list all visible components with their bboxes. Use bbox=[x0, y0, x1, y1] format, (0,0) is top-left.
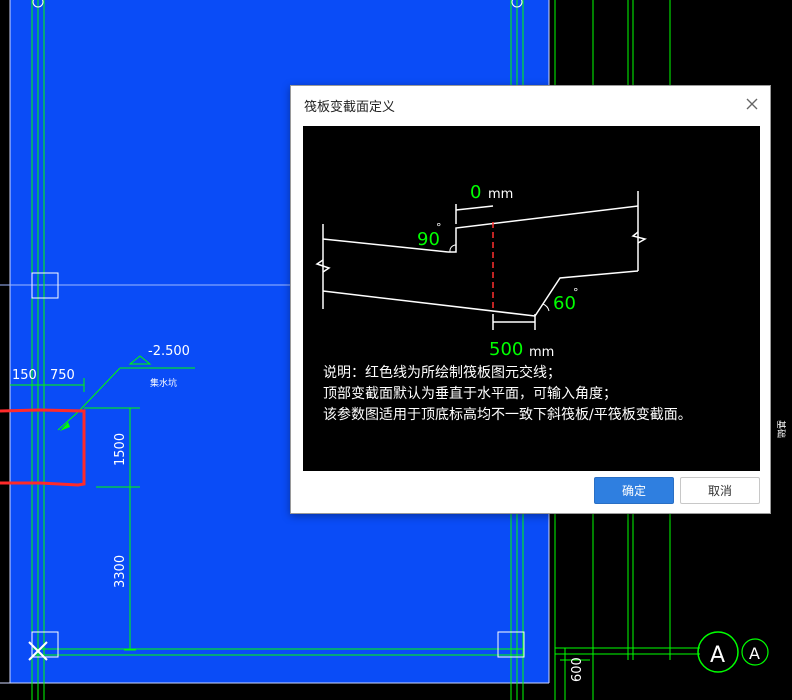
dim-150-label: 150 bbox=[12, 368, 37, 383]
top-angle-degree: ° bbox=[436, 221, 442, 234]
svg-text:A: A bbox=[710, 643, 725, 668]
right-vertical-text: 基础 bbox=[775, 420, 787, 438]
bottom-width-unit: mm bbox=[529, 345, 554, 360]
top-offset-value: 0 bbox=[470, 182, 481, 203]
bottom-angle-degree: ° bbox=[573, 286, 579, 299]
bottom-width-value: 500 bbox=[489, 339, 523, 360]
ok-button[interactable]: 确定 bbox=[594, 477, 674, 504]
dim-3300-label: 3300 bbox=[113, 555, 128, 588]
dim-750-label: 750 bbox=[50, 368, 75, 383]
close-icon[interactable] bbox=[742, 94, 762, 114]
svg-text:A: A bbox=[749, 644, 760, 663]
cancel-button[interactable]: 取消 bbox=[680, 477, 760, 504]
section-definition-dialog: 筏板变截面定义 0 mm 90 ° 60 ° 500 mm 说明：红色线为所绘制… bbox=[290, 85, 771, 514]
dialog-title: 筏板变截面定义 bbox=[304, 100, 396, 115]
note-line-3: 该参数图适用于顶底标高均不一致下斜筏板/平筏板变截面。 bbox=[323, 407, 692, 423]
section-preview-diagram: 0 mm 90 ° 60 ° 500 mm 说明：红色线为所绘制筏板图元交线； … bbox=[303, 126, 760, 471]
note-line-1: 说明：红色线为所绘制筏板图元交线； bbox=[323, 365, 561, 381]
elevation-label: -2.500 bbox=[148, 344, 190, 359]
dim-1500-label: 1500 bbox=[113, 433, 128, 466]
dim-600-label: 600 bbox=[570, 657, 585, 682]
top-offset-unit: mm bbox=[488, 187, 513, 202]
elevation-note-label: 集水坑 bbox=[150, 377, 177, 389]
note-line-2: 顶部变截面默认为垂直于水平面，可输入角度； bbox=[323, 386, 617, 402]
